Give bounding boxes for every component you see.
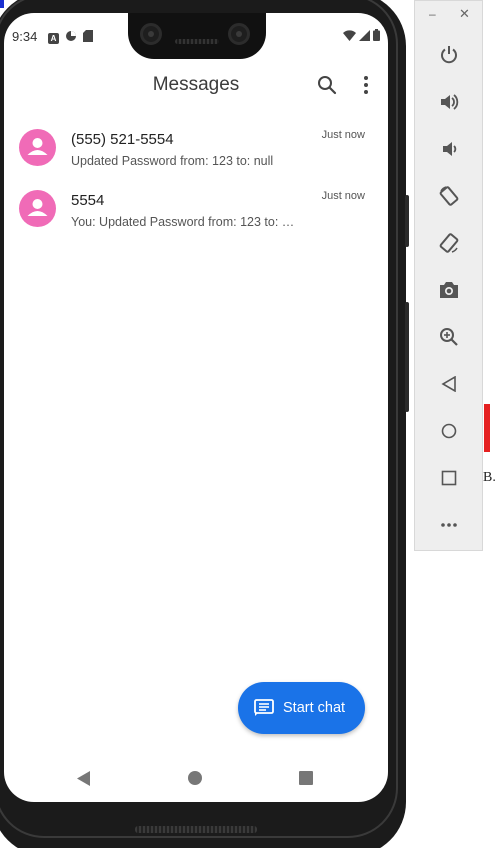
- start-chat-button[interactable]: Start chat: [238, 682, 365, 734]
- status-icons-right: [343, 28, 380, 46]
- battery-icon: [373, 28, 380, 46]
- status-icons-left: A: [48, 29, 93, 47]
- wifi-icon: [343, 28, 356, 46]
- volume-down-button[interactable]: [437, 137, 461, 161]
- more-options-button[interactable]: [356, 73, 376, 97]
- phone-volume-button: [405, 302, 409, 412]
- zoom-button[interactable]: [437, 325, 461, 349]
- data-saver-icon: [65, 29, 77, 47]
- rotate-left-button[interactable]: [437, 184, 461, 208]
- conversation-name: (555) 521-5554: [71, 131, 174, 148]
- conversation-time: Just now: [321, 190, 365, 202]
- search-button[interactable]: [315, 73, 339, 97]
- signal-icon: [359, 28, 370, 46]
- power-icon: [441, 46, 457, 64]
- rotate-right-icon: [439, 233, 459, 253]
- window-edge-marker: [0, 0, 4, 8]
- background-window-edge: [484, 404, 490, 452]
- volume-up-button[interactable]: [437, 90, 461, 114]
- rotate-left-icon: [439, 186, 459, 206]
- nav-home-button[interactable]: [188, 771, 202, 785]
- back-icon: [441, 376, 456, 392]
- emulator-toolbar: – ✕: [414, 0, 483, 551]
- rotate-right-button[interactable]: [437, 231, 461, 255]
- front-camera-left: [140, 23, 162, 45]
- zoom-icon: [440, 328, 458, 346]
- screenshot-button[interactable]: [437, 278, 461, 302]
- person-icon: [27, 138, 48, 155]
- background-window-text: B.: [483, 470, 496, 485]
- avatar: [19, 190, 56, 227]
- close-icon[interactable]: ✕: [459, 6, 470, 22]
- device-screen: 9:34 A Messages (555) 521-5554 Updated P…: [4, 13, 388, 802]
- nav-back-button[interactable]: [76, 771, 91, 791]
- minimize-icon[interactable]: –: [429, 7, 436, 21]
- back-icon: [77, 771, 90, 786]
- start-chat-label: Start chat: [283, 700, 346, 716]
- status-time: 9:34: [12, 29, 38, 44]
- overview-icon: [441, 470, 457, 486]
- camera-icon: [440, 282, 458, 298]
- avatar: [19, 129, 56, 166]
- home-icon: [441, 423, 457, 439]
- conversation-item[interactable]: (555) 521-5554 Updated Password from: 12…: [4, 129, 388, 189]
- phone-side-button: [405, 195, 409, 247]
- conversation-snippet: You: Updated Password from: 123 to: null: [71, 215, 299, 229]
- volume-up-icon: [441, 94, 459, 110]
- more-icon: [441, 523, 457, 527]
- chat-icon: [254, 699, 274, 716]
- person-icon: [27, 199, 48, 216]
- bottom-speaker-grille: [135, 826, 257, 833]
- front-camera-right: [228, 23, 250, 45]
- conversation-time: Just now: [321, 129, 365, 141]
- toolbar-back-button[interactable]: [437, 372, 461, 396]
- power-button[interactable]: [437, 43, 461, 67]
- toolbar-more-button[interactable]: [437, 513, 461, 537]
- sd-card-icon: [83, 29, 93, 47]
- toolbar-home-button[interactable]: [437, 419, 461, 443]
- a-icon: A: [48, 32, 59, 44]
- toolbar-overview-button[interactable]: [437, 466, 461, 490]
- nav-recents-button[interactable]: [299, 771, 313, 785]
- volume-down-icon: [443, 142, 457, 156]
- earpiece-speaker: [175, 39, 219, 44]
- window-controls: – ✕: [415, 6, 484, 23]
- more-vert-icon: [364, 76, 368, 94]
- conversation-item[interactable]: 5554 You: Updated Password from: 123 to:…: [4, 190, 388, 250]
- camera-notch: [128, 13, 266, 59]
- stage: 9:34 A Messages (555) 521-5554 Updated P…: [0, 0, 496, 848]
- search-icon: [318, 76, 337, 95]
- conversation-name: 5554: [71, 192, 105, 209]
- conversation-snippet: Updated Password from: 123 to: null: [71, 154, 274, 168]
